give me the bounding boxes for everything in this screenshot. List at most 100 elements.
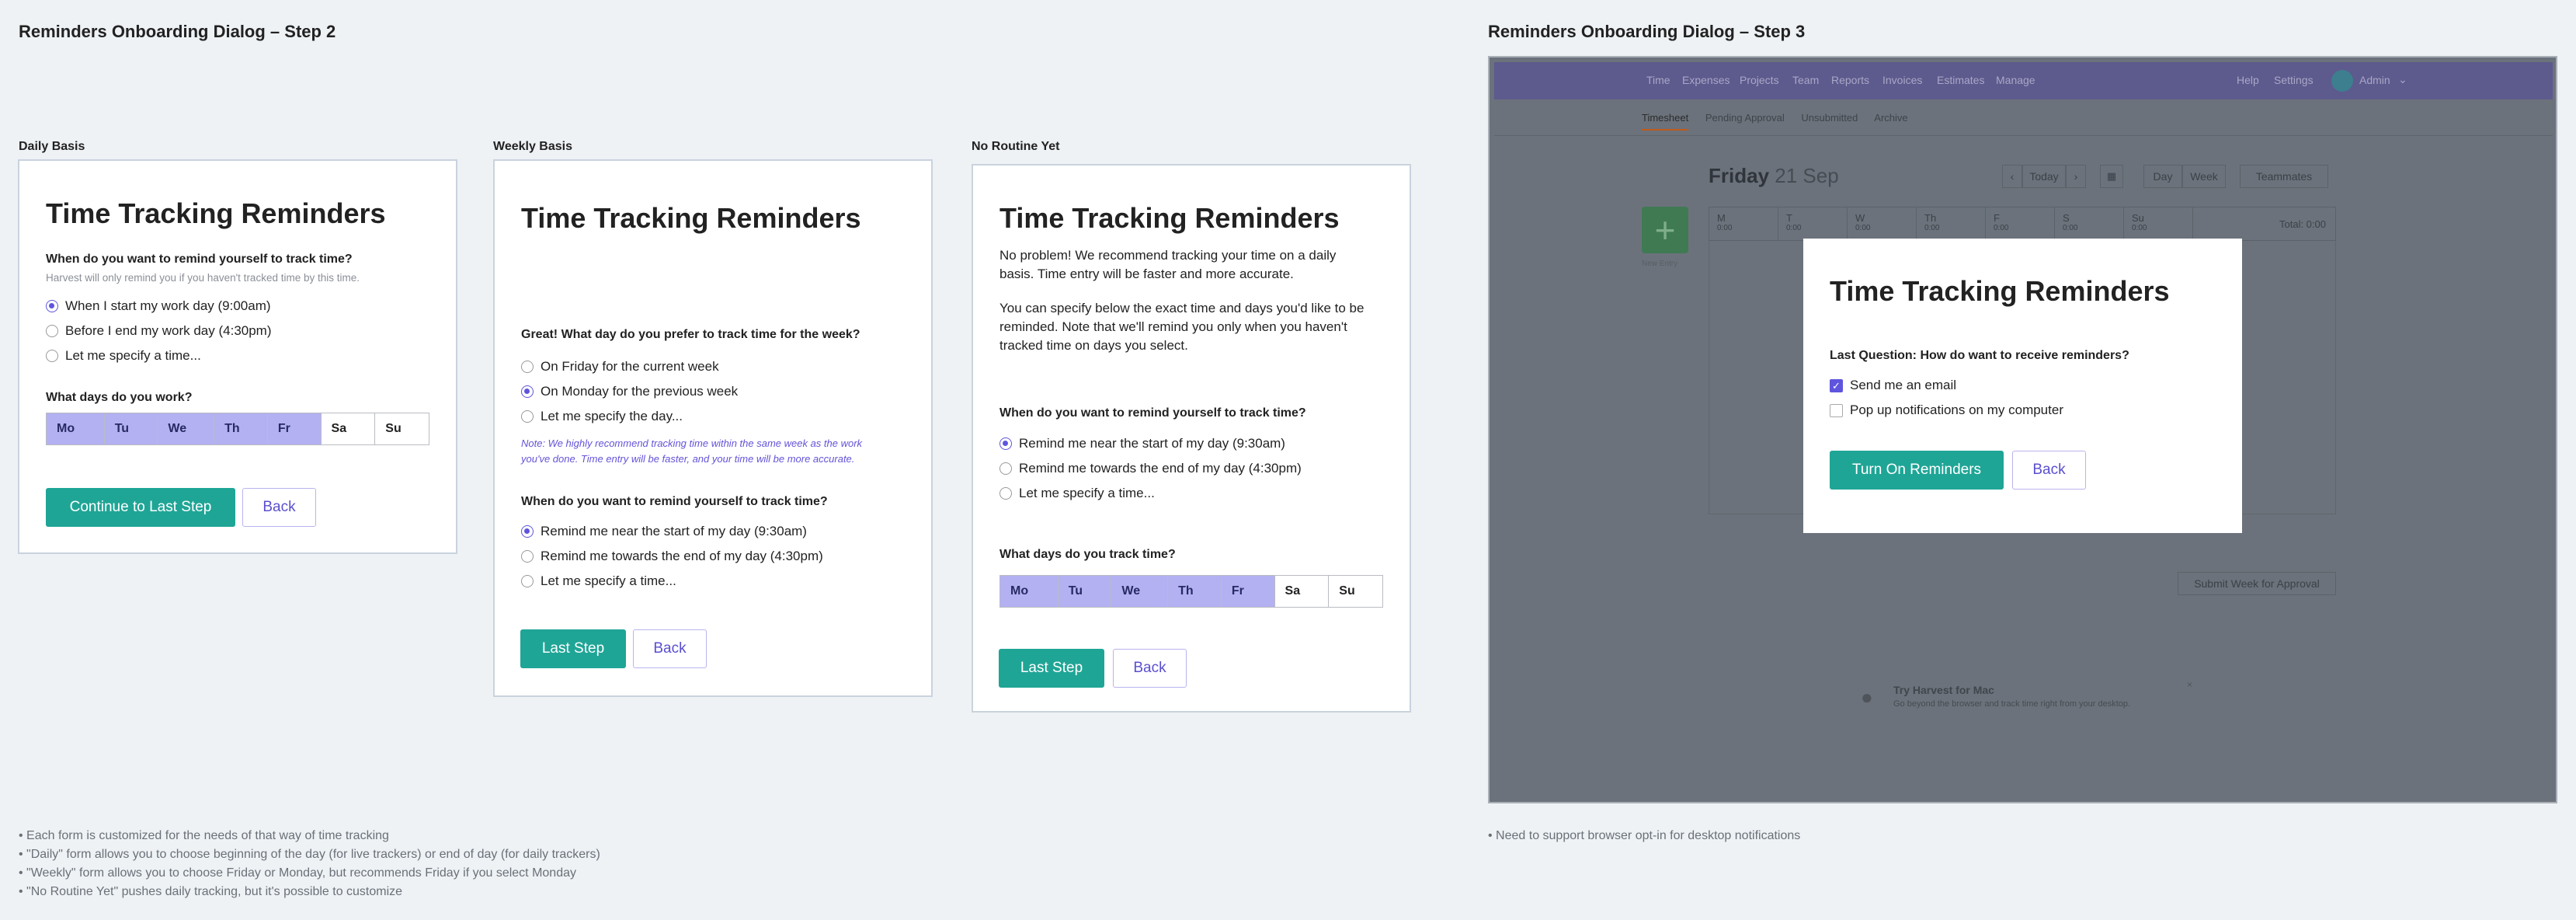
day-toggle-fr[interactable]: Fr — [1221, 576, 1275, 607]
radio-option-specify-day[interactable]: Let me specify the day... — [521, 408, 683, 425]
option-label: Let me specify a time... — [541, 573, 676, 588]
option-label: Send me an email — [1850, 378, 1957, 392]
nav-item-reports[interactable]: Reports — [1831, 74, 1882, 86]
radio-option-start-day[interactable]: When I start my work day (9:00am) — [46, 298, 271, 315]
left-notes: • Each form is customized for the needs … — [19, 827, 600, 901]
nav-user-menu[interactable]: Admin — [2359, 74, 2390, 86]
radio-option-monday[interactable]: On Monday for the previous week — [521, 383, 738, 400]
day-toggle-sa[interactable]: Sa — [1274, 576, 1330, 607]
day-toggle-tu[interactable]: Tu — [1058, 576, 1112, 607]
divider — [1494, 135, 2553, 136]
day-toggle-mo[interactable]: Mo — [1000, 576, 1059, 607]
turn-on-reminders-button[interactable]: Turn On Reminders — [1830, 451, 2004, 490]
page-title-step2: Reminders Onboarding Dialog – Step 2 — [19, 22, 336, 41]
top-nav: Time Expenses Projects Team Reports Invo… — [1494, 62, 2553, 99]
radio-option-end-day[interactable]: Remind me towards the end of my day (4:3… — [521, 548, 823, 565]
checkbox-icon — [1830, 403, 1843, 417]
radio-option-specify-time[interactable]: Let me specify a time... — [46, 347, 201, 364]
week-day-t[interactable]: T 0:00 — [1778, 207, 1848, 240]
today-button[interactable]: Today — [2022, 165, 2066, 188]
radio-icon — [46, 350, 58, 362]
week-day-m[interactable]: M 0:00 — [1709, 207, 1778, 240]
daily-panel-label: Daily Basis — [19, 140, 85, 153]
nav-item-team[interactable]: Team — [1792, 74, 1831, 86]
continue-to-last-step-button[interactable]: Continue to Last Step — [46, 488, 235, 527]
week-day-value: 0:00 — [1855, 224, 1871, 232]
day-toggle-su[interactable]: Su — [375, 413, 429, 444]
date-day: Friday — [1709, 164, 1770, 187]
nav-help[interactable]: Help — [2237, 74, 2259, 86]
radio-option-end-day[interactable]: Remind me towards the end of my day (4:3… — [999, 460, 1302, 477]
avatar[interactable] — [2331, 70, 2353, 92]
close-icon[interactable]: × — [2187, 679, 2192, 690]
option-label: Let me specify the day... — [541, 409, 683, 423]
track-days-question: What days do you track time? — [999, 548, 1176, 561]
week-day-value: 0:00 — [2132, 224, 2147, 232]
back-button[interactable]: Back — [1113, 649, 1187, 688]
last-step-button[interactable]: Last Step — [999, 649, 1104, 688]
tab-timesheet[interactable]: Timesheet — [1642, 112, 1689, 131]
calendar-icon[interactable]: ▦ — [2100, 165, 2123, 188]
new-entry-label: New Entry — [1642, 260, 1678, 268]
back-button[interactable]: Back — [242, 488, 316, 527]
view-day-button[interactable]: Day — [2143, 165, 2182, 188]
nav-item-projects[interactable]: Projects — [1740, 74, 1792, 86]
day-toggle-we[interactable]: We — [1111, 576, 1169, 607]
week-day-label: S — [2063, 212, 2070, 224]
last-step-button[interactable]: Last Step — [520, 629, 626, 668]
radio-icon — [999, 487, 1012, 500]
view-week-button[interactable]: Week — [2182, 165, 2226, 188]
nav-item-estimates[interactable]: Estimates — [1937, 74, 1996, 86]
radio-option-start-day[interactable]: Remind me near the start of my day (9:30… — [999, 435, 1285, 452]
week-day-su[interactable]: Su 0:00 — [2124, 207, 2193, 240]
day-toggle-th[interactable]: Th — [214, 413, 268, 444]
option-label: On Monday for the previous week — [541, 384, 739, 399]
tab-archive[interactable]: Archive — [1874, 112, 1907, 124]
day-toggle-fr[interactable]: Fr — [267, 413, 322, 444]
note-item: • Each form is customized for the needs … — [19, 829, 389, 842]
day-toggle-sa[interactable]: Sa — [321, 413, 376, 444]
radio-option-specify-time[interactable]: Let me specify a time... — [999, 485, 1155, 502]
back-button[interactable]: Back — [633, 629, 707, 668]
day-toggle-su[interactable]: Su — [1329, 576, 1382, 607]
note-item: • Need to support browser opt-in for des… — [1488, 829, 1801, 842]
week-day-th[interactable]: Th 0:00 — [1917, 207, 1986, 240]
radio-option-start-day[interactable]: Remind me near the start of my day (9:30… — [521, 523, 807, 540]
nav-item-invoices[interactable]: Invoices — [1882, 74, 1937, 86]
nav-settings[interactable]: Settings — [2274, 74, 2314, 86]
tab-pending-approval[interactable]: Pending Approval — [1705, 112, 1785, 124]
nav-item-manage[interactable]: Manage — [1996, 74, 2042, 86]
teammates-dropdown[interactable]: Teammates — [2240, 165, 2328, 188]
plus-icon[interactable]: + — [1642, 207, 1688, 253]
week-day-value: 0:00 — [1717, 224, 1733, 232]
delivery-question: Last Question: How do want to receive re… — [1830, 349, 2129, 362]
checkbox-email[interactable]: ✓ Send me an email — [1830, 377, 1956, 394]
apple-icon: ● — [1861, 685, 1873, 709]
radio-icon — [521, 575, 534, 587]
week-day-f[interactable]: F 0:00 — [1986, 207, 2055, 240]
radio-icon — [46, 325, 58, 337]
week-day-w[interactable]: W 0:00 — [1848, 207, 1917, 240]
radio-option-friday[interactable]: On Friday for the current week — [521, 358, 719, 375]
day-toggle-th[interactable]: Th — [1168, 576, 1222, 607]
checkbox-popup-notifications[interactable]: Pop up notifications on my computer — [1830, 402, 2063, 419]
back-button[interactable]: Back — [2012, 451, 2086, 490]
radio-icon — [999, 462, 1012, 475]
next-day-icon[interactable]: › — [2066, 165, 2086, 188]
day-toggle-mo[interactable]: Mo — [47, 413, 105, 444]
nav-item-time[interactable]: Time — [1646, 74, 1682, 86]
nav-menu: Time Expenses Projects Team Reports Invo… — [1646, 74, 2042, 86]
day-toggle-tu[interactable]: Tu — [104, 413, 158, 444]
radio-option-specify-time[interactable]: Let me specify a time... — [521, 573, 676, 590]
prev-day-icon[interactable]: ‹ — [2002, 165, 2022, 188]
no-routine-panel-label: No Routine Yet — [972, 140, 1060, 153]
page-title-step3: Reminders Onboarding Dialog – Step 3 — [1488, 22, 1806, 41]
radio-option-end-day[interactable]: Before I end my work day (4:30pm) — [46, 322, 272, 340]
nav-item-expenses[interactable]: Expenses — [1682, 74, 1740, 86]
tab-unsubmitted[interactable]: Unsubmitted — [1801, 112, 1858, 124]
radio-selected-icon — [999, 437, 1012, 450]
submit-week-button[interactable]: Submit Week for Approval — [2178, 572, 2336, 595]
promo-title: Try Harvest for Mac — [1893, 684, 1994, 696]
week-day-s[interactable]: S 0:00 — [2055, 207, 2124, 240]
day-toggle-we[interactable]: We — [158, 413, 215, 444]
